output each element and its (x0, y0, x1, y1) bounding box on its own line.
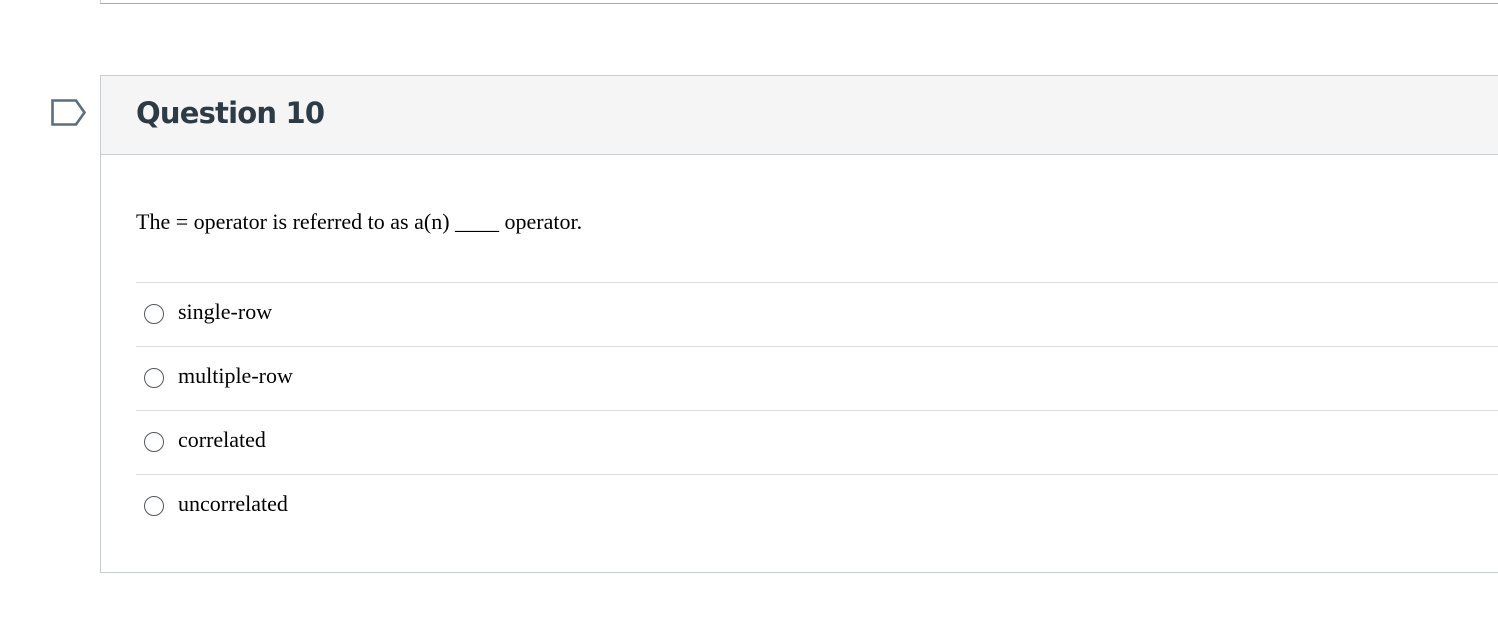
question-title: Question 10 (136, 96, 325, 130)
answer-option-multiple-row[interactable]: multiple-row (136, 346, 1498, 410)
answer-label[interactable]: correlated (178, 427, 266, 453)
radio-button[interactable] (144, 496, 164, 516)
radio-button[interactable] (144, 368, 164, 388)
radio-button[interactable] (144, 304, 164, 324)
question-header: Question 10 (101, 76, 1498, 155)
answer-label[interactable]: uncorrelated (178, 491, 288, 517)
answer-list: single-row multiple-row correlated uncor… (136, 282, 1498, 538)
previous-question-card-edge (100, 0, 1498, 4)
answer-option-uncorrelated[interactable]: uncorrelated (136, 474, 1498, 538)
radio-button[interactable] (144, 432, 164, 452)
flag-question-icon[interactable] (50, 98, 88, 128)
answer-label[interactable]: single-row (178, 299, 272, 325)
question-card: Question 10 The = operator is referred t… (100, 75, 1498, 573)
question-text: The = operator is referred to as a(n) __… (136, 209, 583, 234)
answer-option-correlated[interactable]: correlated (136, 410, 1498, 474)
answer-label[interactable]: multiple-row (178, 363, 293, 389)
answer-option-single-row[interactable]: single-row (136, 282, 1498, 346)
